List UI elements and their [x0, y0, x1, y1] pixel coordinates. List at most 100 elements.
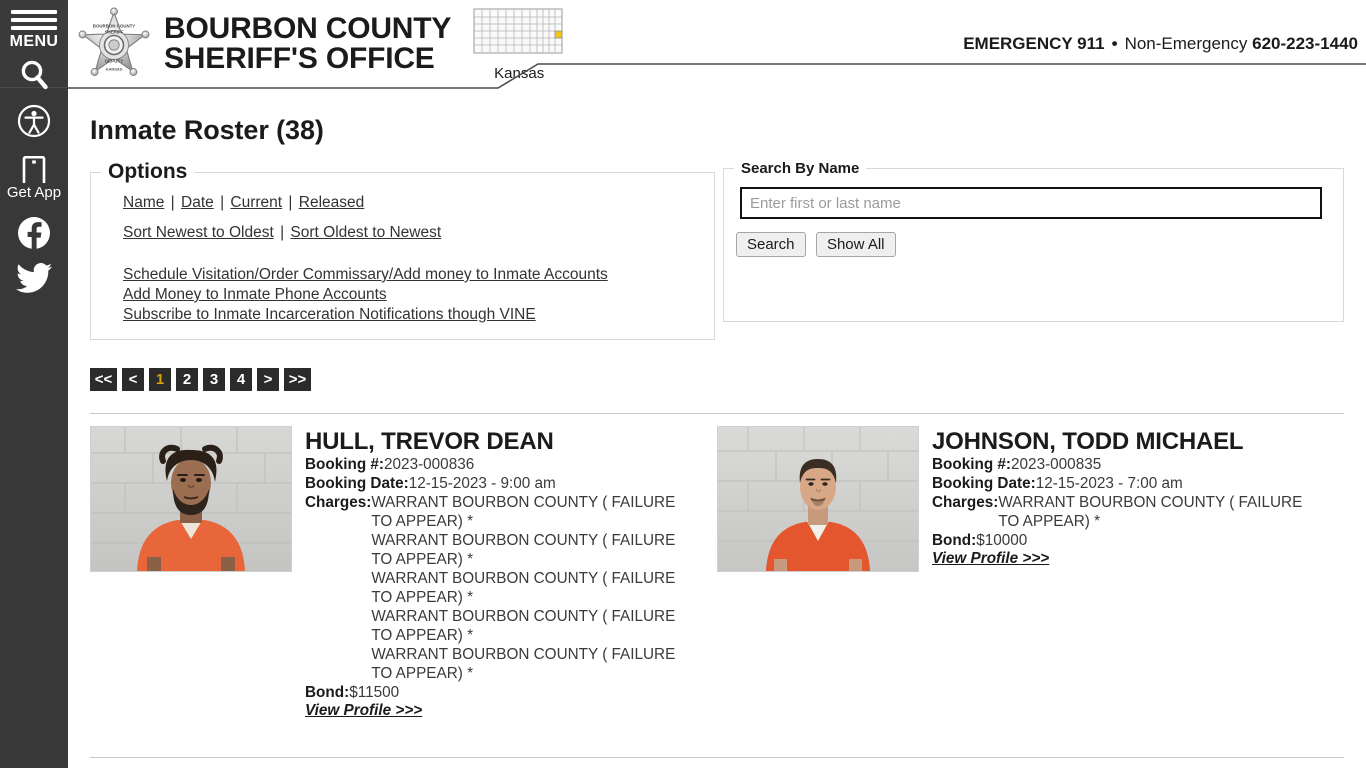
inmate-info: HULL, TREVOR DEAN Booking #:2023-000836 …	[305, 426, 691, 720]
booking-date-label: Booking Date:	[305, 475, 409, 492]
site-title-line-1: BOURBON COUNTY	[164, 12, 452, 45]
page-first[interactable]: <<	[90, 368, 117, 391]
inmate-charges-row: Charges: WARRANT BOURBON COUNTY ( FAILUR…	[932, 493, 1316, 531]
sep-2: |	[220, 194, 225, 211]
view-profile-link[interactable]: View Profile >>>	[932, 550, 1049, 568]
page-3[interactable]: 3	[203, 368, 225, 391]
twitter-link[interactable]	[0, 263, 68, 293]
charges-list: WARRANT BOURBON COUNTY ( FAILURE TO APPE…	[371, 493, 691, 683]
inmate-charges-row: Charges: WARRANT BOURBON COUNTY ( FAILUR…	[305, 493, 691, 683]
options-panel: Options Name | Date | Current | Released…	[90, 160, 715, 340]
sep-4: |	[280, 224, 285, 241]
charge-item: WARRANT BOURBON COUNTY ( FAILURE TO APPE…	[371, 570, 676, 606]
bond-value: $11500	[349, 684, 400, 701]
inmate-name: JOHNSON, TODD MICHAEL	[932, 428, 1244, 455]
charge-item: WARRANT BOURBON COUNTY ( FAILURE TO APPE…	[371, 532, 676, 568]
search-button-row: Search Show All	[735, 232, 1333, 257]
sort-links-row: Sort Newest to Oldest | Sort Oldest to N…	[123, 224, 704, 242]
charges-label: Charges:	[932, 494, 999, 511]
hamburger-icon	[11, 10, 57, 34]
booking-date-value: 12-15-2023 - 9:00 am	[408, 475, 556, 492]
facebook-link[interactable]	[0, 215, 68, 251]
filter-link-date[interactable]: Date	[181, 194, 214, 211]
accessibility-icon	[17, 104, 51, 138]
bourbon-county-highlight	[554, 30, 563, 38]
page-last[interactable]: >>	[284, 368, 311, 391]
facebook-icon	[18, 217, 50, 251]
bond-label: Bond:	[305, 684, 350, 701]
header-divider	[68, 63, 1366, 89]
pagination: << < 1 2 3 4 > >>	[90, 368, 1344, 391]
emergency-label[interactable]: EMERGENCY 911	[963, 34, 1104, 53]
contact-info: EMERGENCY 911 • Non-Emergency 620-223-1440	[963, 34, 1366, 54]
inmate-card: JOHNSON, TODD MICHAEL Booking #:2023-000…	[717, 426, 1344, 720]
mugshot-image	[91, 427, 291, 571]
left-sidebar: MENU Get App	[0, 0, 68, 768]
sort-newest-to-oldest-link[interactable]: Sort Newest to Oldest	[123, 224, 274, 241]
sep-1: |	[170, 194, 175, 211]
svg-text:BOURBON COUNTY: BOURBON COUNTY	[93, 23, 136, 28]
page-title: Inmate Roster (38)	[90, 115, 324, 145]
inmate-mugshot[interactable]	[90, 426, 292, 572]
inmate-mugshot[interactable]	[717, 426, 919, 572]
panels-row: Options Name | Date | Current | Released…	[90, 160, 1344, 340]
bond-label: Bond:	[932, 532, 977, 549]
charge-item: WARRANT BOURBON COUNTY ( FAILURE TO APPE…	[371, 494, 676, 530]
inmate-card: HULL, TREVOR DEAN Booking #:2023-000836 …	[90, 426, 717, 720]
sidebar-top-group: MENU	[0, 0, 68, 90]
page-1[interactable]: 1	[149, 368, 171, 391]
booking-number-value: 2023-000835	[1011, 456, 1102, 473]
roster-top-rule	[90, 413, 1344, 414]
booking-number-label: Booking #:	[305, 456, 385, 473]
filter-link-name[interactable]: Name	[123, 194, 164, 211]
charges-list: WARRANT BOURBON COUNTY ( FAILURE TO APPE…	[998, 493, 1316, 531]
kansas-county-map-icon	[473, 8, 563, 53]
svg-text:SHERIFF: SHERIFF	[105, 30, 124, 35]
add-money-phone-link[interactable]: Add Money to Inmate Phone Accounts	[123, 286, 704, 304]
search-button[interactable]: Search	[735, 232, 806, 257]
accessibility-button[interactable]	[0, 104, 68, 138]
booking-date-label: Booking Date:	[932, 475, 1036, 492]
menu-label: MENU	[9, 33, 59, 50]
charges-label: Charges:	[305, 494, 372, 511]
booking-date-value: 12-15-2023 - 7:00 am	[1035, 475, 1183, 492]
search-icon	[21, 60, 48, 90]
inmate-info: JOHNSON, TODD MICHAEL Booking #:2023-000…	[932, 426, 1316, 720]
service-links: Schedule Visitation/Order Commissary/Add…	[123, 266, 704, 324]
non-emergency-label: Non-Emergency	[1124, 34, 1248, 53]
page-2[interactable]: 2	[176, 368, 198, 391]
booking-number-value: 2023-000836	[384, 456, 475, 473]
sort-oldest-to-newest-link[interactable]: Sort Oldest to Newest	[290, 224, 441, 241]
get-app-button[interactable]: Get App	[0, 156, 68, 201]
page-4[interactable]: 4	[230, 368, 252, 391]
search-input[interactable]	[739, 187, 1322, 219]
options-legend: Options	[108, 160, 188, 183]
inmate-booking-number-row: Booking #:2023-000835	[932, 455, 1316, 474]
show-all-button[interactable]: Show All	[815, 232, 896, 257]
bond-value: $10000	[976, 532, 1028, 549]
roster-bottom-rule	[90, 757, 1344, 758]
charge-item: WARRANT BOURBON COUNTY ( FAILURE TO APPE…	[998, 494, 1303, 530]
menu-button[interactable]: MENU	[9, 0, 59, 50]
view-profile-link[interactable]: View Profile >>>	[305, 702, 422, 720]
charge-item: WARRANT BOURBON COUNTY ( FAILURE TO APPE…	[371, 646, 676, 682]
inmate-booking-date-row: Booking Date:12-15-2023 - 7:00 am	[932, 474, 1316, 493]
inmate-bond-row: Bond:$10000	[932, 531, 1316, 550]
non-emergency-number[interactable]: 620-223-1440	[1252, 34, 1358, 53]
sep-3: |	[288, 194, 293, 211]
inmate-booking-number-row: Booking #:2023-000836	[305, 455, 691, 474]
page-prev[interactable]: <	[122, 368, 144, 391]
search-legend: Search By Name	[740, 160, 860, 177]
inmate-name: HULL, TREVOR DEAN	[305, 428, 554, 455]
page-next[interactable]: >	[257, 368, 279, 391]
twitter-icon	[16, 263, 52, 293]
schedule-visitation-link[interactable]: Schedule Visitation/Order Commissary/Add…	[123, 266, 704, 284]
filter-link-released[interactable]: Released	[299, 194, 365, 211]
contact-separator: •	[1111, 34, 1118, 53]
charge-item: WARRANT BOURBON COUNTY ( FAILURE TO APPE…	[371, 608, 676, 644]
mobile-app-icon	[22, 156, 46, 183]
sidebar-search-button[interactable]	[17, 58, 51, 92]
filter-link-current[interactable]: Current	[230, 194, 282, 211]
vine-subscribe-link[interactable]: Subscribe to Inmate Incarceration Notifi…	[123, 306, 704, 324]
booking-number-label: Booking #:	[932, 456, 1012, 473]
